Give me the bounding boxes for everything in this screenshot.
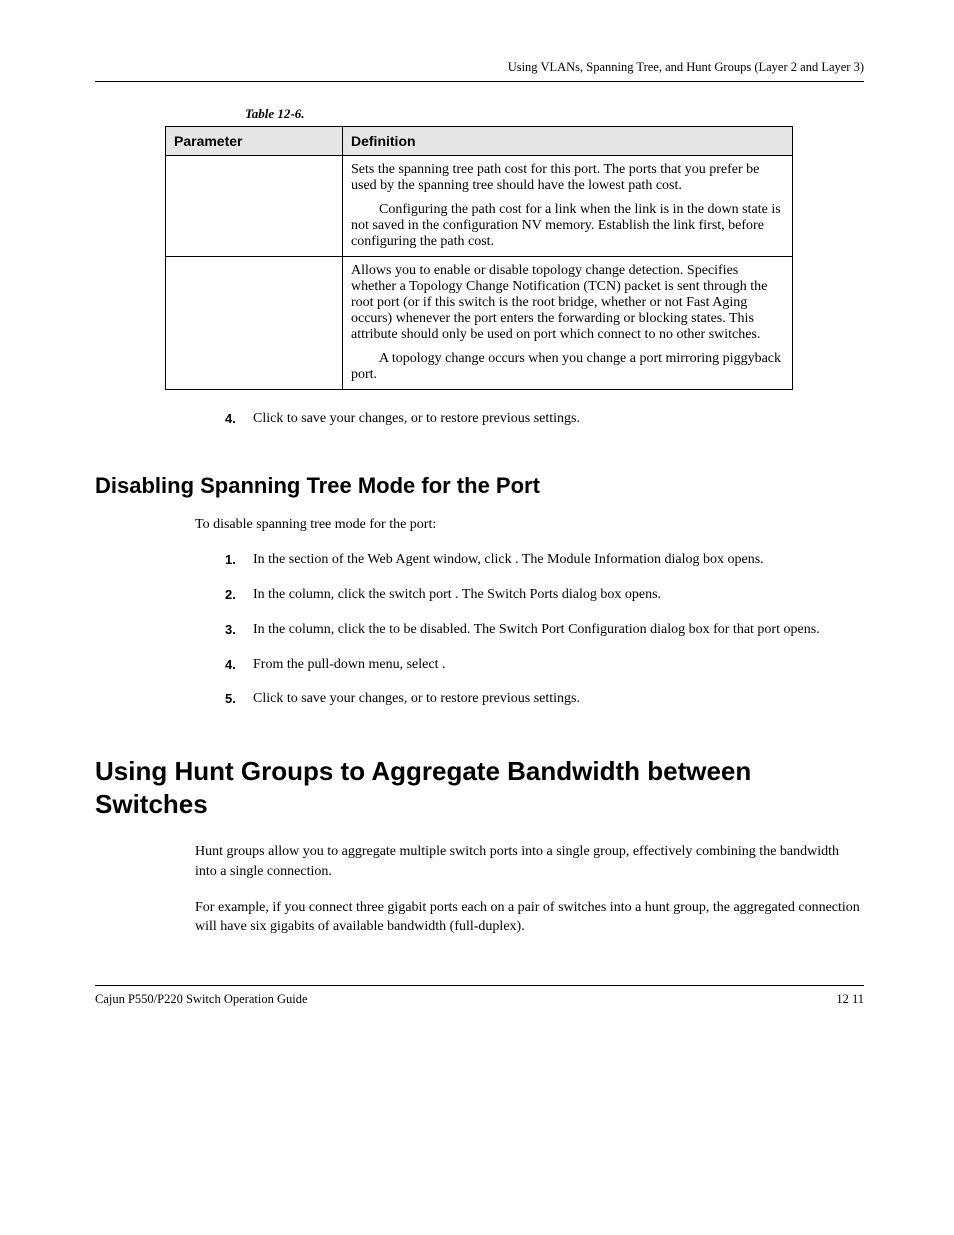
step-list: In the section of the Web Agent window, … [225, 551, 864, 709]
col-parameter: Parameter [166, 127, 343, 156]
table-row: Allows you to enable or disable topology… [166, 257, 793, 390]
table-caption: Table 12-6. [245, 106, 864, 122]
definition-text: Allows you to enable or disable topology… [351, 263, 784, 343]
page-header: Using VLANs, Spanning Tree, and Hunt Gro… [95, 60, 864, 82]
paragraph: For example, if you connect three gigabi… [195, 898, 864, 937]
table-row: Sets the spanning tree path cost for thi… [166, 156, 793, 257]
note-text: A topology change occurs when you change… [351, 351, 784, 383]
page-footer: Cajun P550/P220 Switch Operation Guide 1… [95, 985, 864, 1007]
intro-text: To disable spanning tree mode for the po… [195, 517, 864, 533]
section-heading-hunt-groups: Using Hunt Groups to Aggregate Bandwidth… [95, 755, 864, 820]
step-4-continuation: Click to save your changes, or to restor… [225, 410, 864, 429]
definition-text: Sets the spanning tree path cost for thi… [351, 162, 784, 194]
section-heading-disabling: Disabling Spanning Tree Mode for the Por… [95, 473, 864, 499]
footer-left: Cajun P550/P220 Switch Operation Guide [95, 992, 308, 1007]
note-text: Configuring the path cost for a link whe… [351, 202, 784, 250]
list-item: From the pull-down menu, select . [225, 656, 864, 675]
list-item: In the column, click the switch port . T… [225, 586, 864, 605]
list-item: Click to save your changes, or to restor… [225, 690, 864, 709]
list-item: In the section of the Web Agent window, … [225, 551, 864, 570]
paragraph: Hunt groups allow you to aggregate multi… [195, 842, 864, 881]
list-item: Click to save your changes, or to restor… [225, 410, 864, 429]
parameter-table: Parameter Definition Sets the spanning t… [165, 126, 793, 390]
footer-right: 12 11 [836, 992, 864, 1007]
list-item: In the column, click the to be disabled.… [225, 621, 864, 640]
col-definition: Definition [343, 127, 793, 156]
document-page: Using VLANs, Spanning Tree, and Hunt Gro… [0, 0, 954, 1235]
